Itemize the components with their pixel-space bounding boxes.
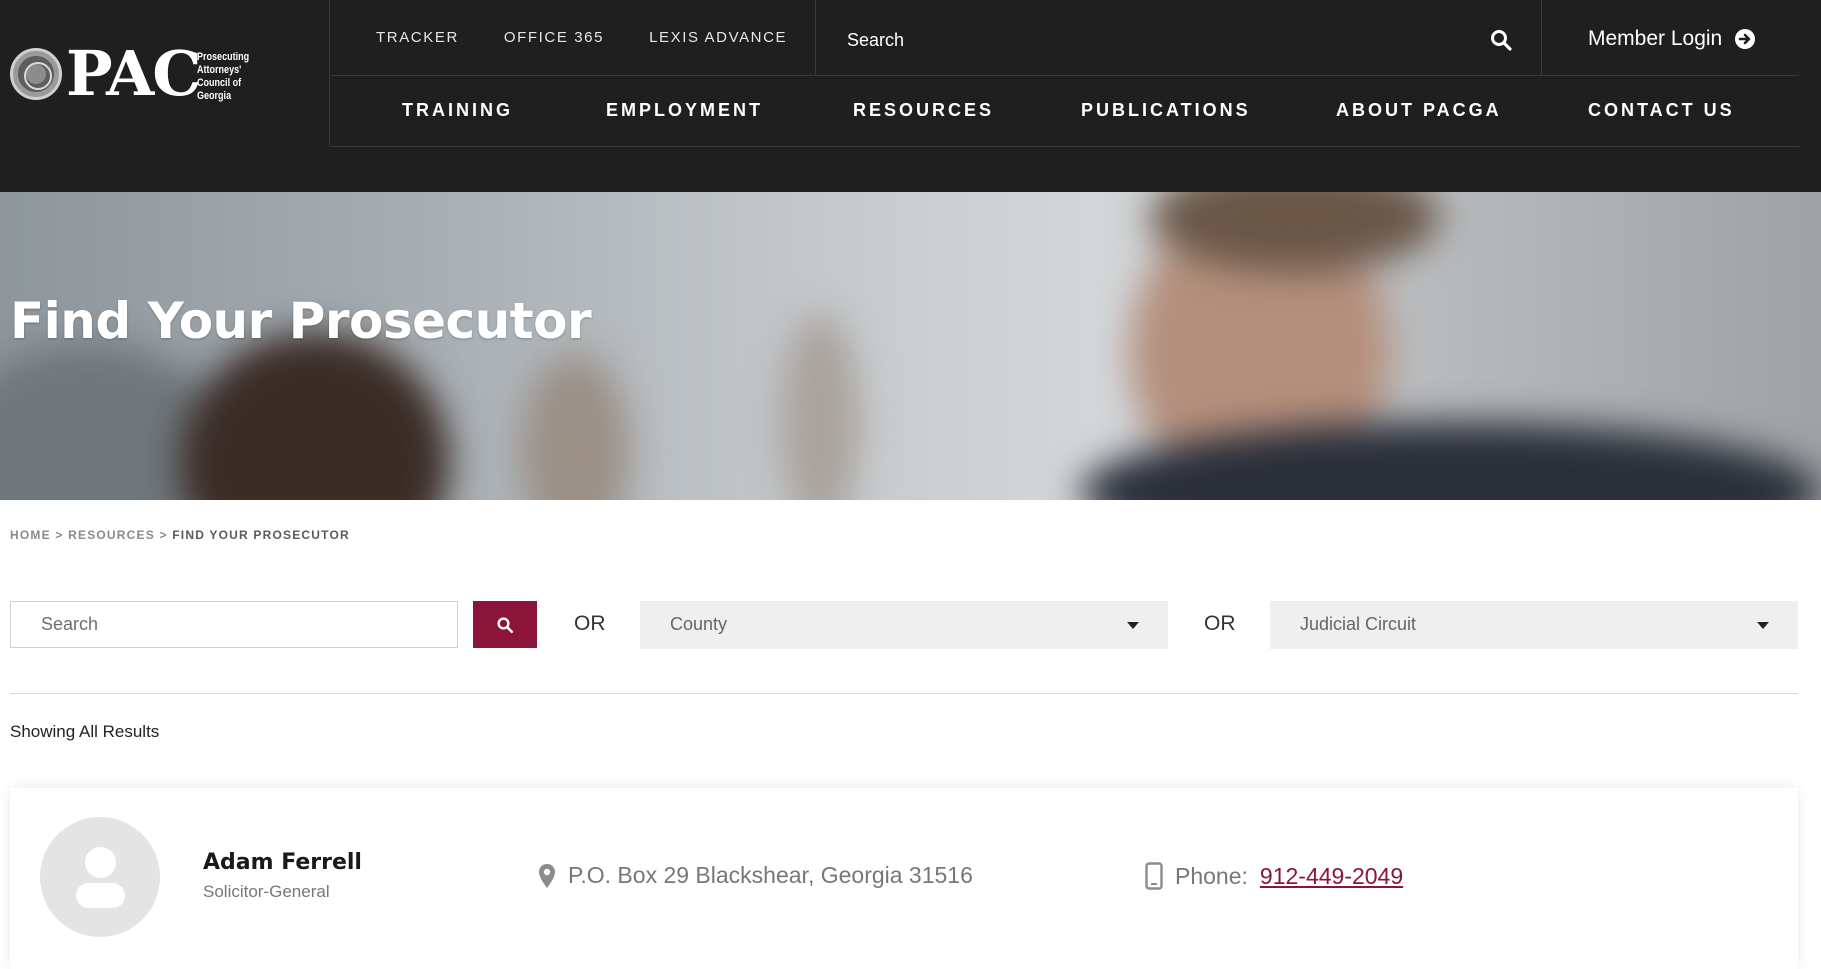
nav-employment[interactable]: EMPLOYMENT xyxy=(606,100,763,121)
nav-training[interactable]: TRAINING xyxy=(402,100,513,121)
breadcrumb-home[interactable]: HOME xyxy=(10,528,51,542)
breadcrumb-separator: > xyxy=(55,528,64,542)
caret-down-icon xyxy=(1127,622,1139,629)
hero-photo-shape xyxy=(520,352,630,500)
breadcrumb-current: FIND YOUR PROSECUTOR xyxy=(172,528,350,542)
site-logo[interactable]: PAC Prosecuting Attorneys' Council of Ge… xyxy=(0,0,330,147)
prosecutor-title: Solicitor-General xyxy=(203,882,330,901)
util-link-lexis-advance[interactable]: LEXIS ADVANCE xyxy=(649,29,787,46)
member-login-label: Member Login xyxy=(1588,27,1723,50)
search-icon[interactable] xyxy=(1489,28,1513,52)
header-search xyxy=(817,0,1542,75)
map-pin-icon xyxy=(539,863,555,888)
judicial-circuit-select[interactable]: Judicial Circuit xyxy=(1270,601,1798,649)
hero-banner: Find Your Prosecutor xyxy=(0,192,1821,500)
arrow-circle-right-icon xyxy=(1735,29,1756,49)
breadcrumb-resources[interactable]: RESOURCES xyxy=(68,528,155,542)
nav-resources[interactable]: RESOURCES xyxy=(853,100,994,121)
breadcrumb: HOME > RESOURCES > FIND YOUR PROSECUTOR xyxy=(10,528,350,542)
prosecutor-address-text: P.O. Box 29 Blackshear, Georgia 31516 xyxy=(568,862,973,888)
header-search-input[interactable] xyxy=(847,24,1447,56)
seal-icon xyxy=(10,48,62,100)
logo-text: PAC xyxy=(66,37,202,110)
county-select[interactable]: County xyxy=(640,601,1168,649)
prosecutor-address: P.O. Box 29 Blackshear, Georgia 31516 xyxy=(538,862,973,889)
member-login-link[interactable]: Member Login xyxy=(1588,24,1756,54)
results-summary: Showing All Results xyxy=(10,722,160,741)
search-icon xyxy=(497,616,514,633)
filter-divider xyxy=(10,693,1798,694)
or-label: OR xyxy=(574,612,606,635)
logo-subtitle: Prosecuting Attorneys' Council of Georgi… xyxy=(197,51,250,102)
breadcrumb-separator: > xyxy=(159,528,168,542)
util-link-tracker[interactable]: TRACKER xyxy=(376,29,459,46)
nav-publications[interactable]: PUBLICATIONS xyxy=(1081,100,1251,121)
prosecutor-card: Adam Ferrell Solicitor-General P.O. Box … xyxy=(10,788,1798,969)
prosecutor-phone: Phone: 912-449-2049 xyxy=(1145,862,1403,890)
judicial-circuit-select-value: Judicial Circuit xyxy=(1300,614,1417,634)
county-select-value: County xyxy=(670,614,728,634)
caret-down-icon xyxy=(1757,622,1769,629)
prosecutor-search-input[interactable] xyxy=(11,602,457,647)
site-header: PAC Prosecuting Attorneys' Council of Ge… xyxy=(0,0,1821,192)
util-link-office-365[interactable]: OFFICE 365 xyxy=(504,29,604,46)
or-label: OR xyxy=(1204,612,1236,635)
nav-contact-us[interactable]: CONTACT US xyxy=(1588,100,1735,121)
utility-nav: TRACKER OFFICE 365 LEXIS ADVANCE xyxy=(331,0,816,75)
hero-photo-shape xyxy=(180,332,450,500)
user-avatar-icon xyxy=(40,817,160,937)
main-nav: TRAINING EMPLOYMENT RESOURCES PUBLICATIO… xyxy=(331,76,1799,146)
phone-label: Phone: xyxy=(1175,862,1248,889)
page-title: Find Your Prosecutor xyxy=(10,292,592,350)
prosecutor-name: Adam Ferrell xyxy=(203,850,362,875)
mobile-phone-icon xyxy=(1145,862,1163,890)
nav-about-pacga[interactable]: ABOUT PACGA xyxy=(1336,100,1502,121)
hero-photo-shape xyxy=(780,312,860,500)
header-divider-bottom xyxy=(331,146,1799,147)
prosecutor-search-button[interactable] xyxy=(473,601,537,648)
phone-link[interactable]: 912-449-2049 xyxy=(1260,863,1403,890)
prosecutor-search-box xyxy=(10,601,458,648)
